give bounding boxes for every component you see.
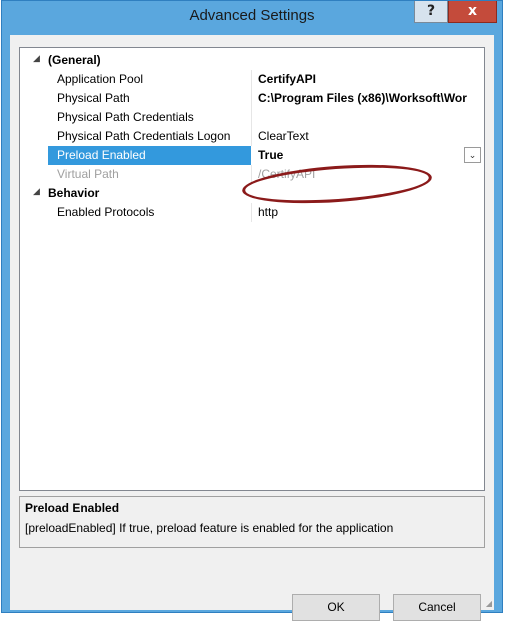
resize-grip-icon[interactable]: ◢ (486, 599, 492, 608)
ok-button[interactable]: OK (292, 594, 380, 621)
category-label: Behavior (48, 186, 100, 200)
property-name: Physical Path (57, 91, 130, 105)
close-button[interactable]: x (448, 1, 497, 23)
property-row-virtual-path[interactable]: Virtual Path /CertifyAPI (20, 165, 484, 184)
property-name: Physical Path Credentials (57, 110, 194, 124)
category-label: (General) (48, 53, 101, 67)
property-name: Enabled Protocols (57, 205, 155, 219)
title-bar[interactable]: Advanced Settings ? x (2, 1, 502, 35)
advanced-settings-window: Advanced Settings ? x ◢ (General) Applic… (1, 0, 503, 621)
collapse-icon[interactable]: ◢ (33, 186, 40, 197)
property-name: Virtual Path (57, 167, 119, 181)
property-name: Application Pool (57, 72, 144, 86)
property-row-physical-path-credentials[interactable]: Physical Path Credentials (20, 108, 484, 127)
property-name: Preload Enabled (48, 146, 251, 165)
property-name: Physical Path Credentials Logon (57, 129, 231, 143)
property-grid: ◢ (General) Application Pool CertifyAPI … (19, 47, 485, 491)
category-general[interactable]: ◢ (General) (20, 51, 484, 70)
help-button[interactable]: ? (414, 1, 448, 23)
chevron-down-icon[interactable]: ⌄ (464, 147, 481, 163)
description-title: Preload Enabled (25, 501, 120, 515)
description-text: [preloadEnabled] If true, preload featur… (25, 521, 394, 535)
property-value[interactable]: CertifyAPI (258, 72, 484, 86)
property-value[interactable]: C:\Program Files (x86)\Worksoft\Wor (258, 91, 484, 105)
property-row-physical-path-credentials-logon[interactable]: Physical Path Credentials Logon ClearTex… (20, 127, 484, 146)
description-panel: Preload Enabled [preloadEnabled] If true… (19, 496, 485, 548)
property-value-select[interactable]: True (258, 148, 484, 162)
property-row-enabled-protocols[interactable]: Enabled Protocols http (20, 203, 484, 222)
category-behavior[interactable]: ◢ Behavior (20, 184, 484, 203)
property-row-physical-path[interactable]: Physical Path C:\Program Files (x86)\Wor… (20, 89, 484, 108)
property-row-preload-enabled[interactable]: Preload Enabled True ⌄ (20, 146, 484, 165)
property-value[interactable]: ClearText (258, 129, 484, 143)
collapse-icon[interactable]: ◢ (33, 53, 40, 64)
dialog-client-area: ◢ (General) Application Pool CertifyAPI … (10, 35, 494, 621)
property-value: /CertifyAPI (258, 167, 316, 181)
cancel-button[interactable]: Cancel (393, 594, 481, 621)
property-value[interactable]: http (258, 205, 484, 219)
property-row-application-pool[interactable]: Application Pool CertifyAPI (20, 70, 484, 89)
